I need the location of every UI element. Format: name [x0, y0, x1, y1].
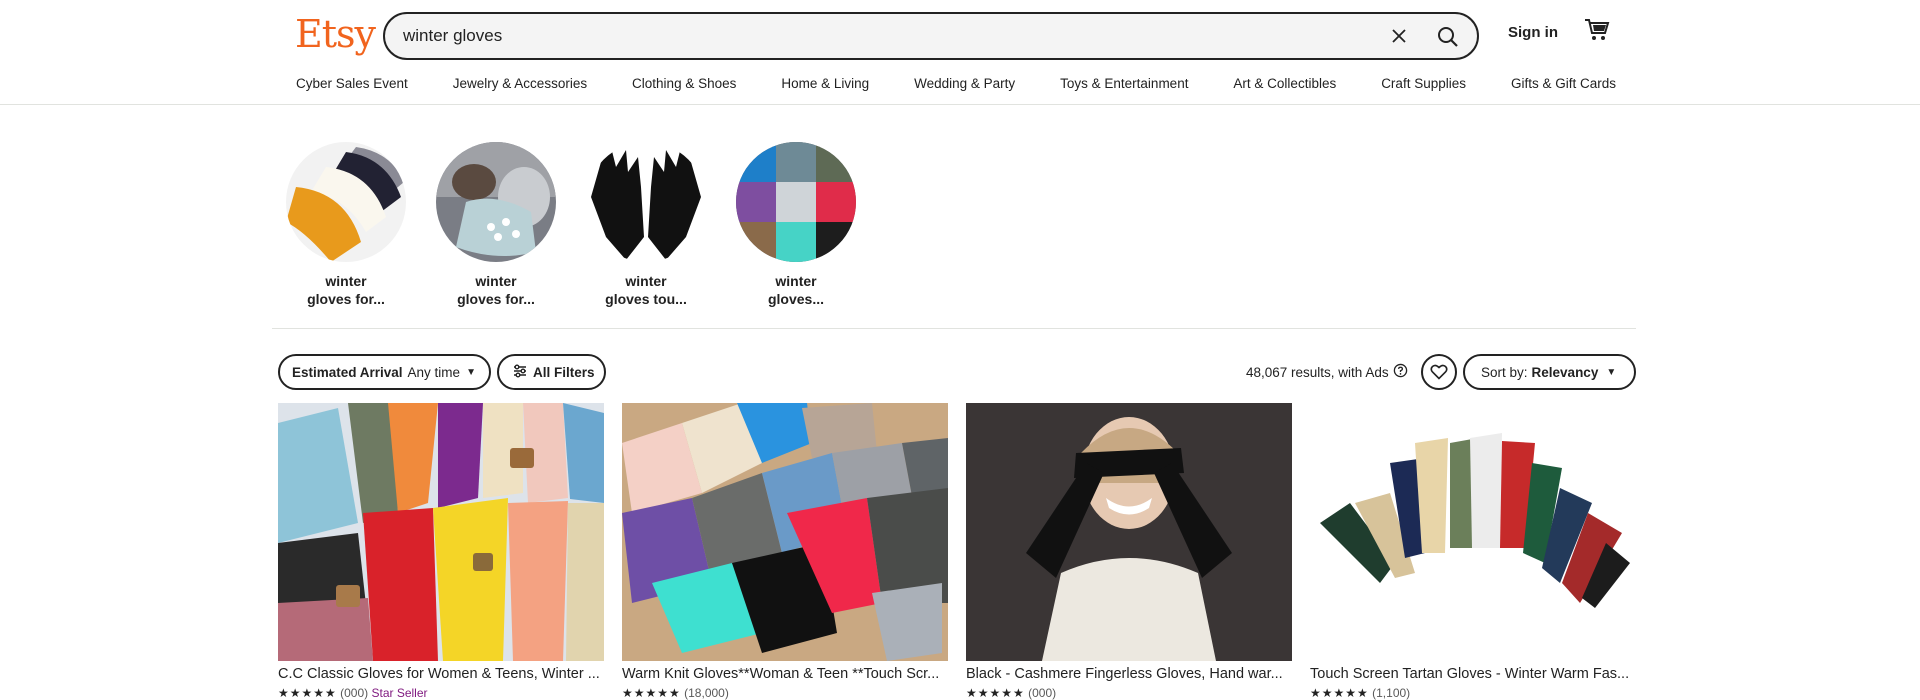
help-icon[interactable]: [1393, 363, 1408, 381]
rating-stars: ★★★★★: [1310, 686, 1369, 700]
product-card[interactable]: Black - Cashmere Fingerless Gloves, Hand…: [966, 403, 1292, 700]
category-image: [286, 142, 406, 262]
related-search-label: winter gloves for...: [457, 273, 535, 307]
clear-icon[interactable]: [1385, 22, 1413, 50]
product-card[interactable]: Warm Knit Gloves**Woman & Teen **Touch S…: [622, 403, 948, 700]
product-title[interactable]: Black - Cashmere Fingerless Gloves, Hand…: [966, 666, 1292, 682]
product-card[interactable]: C.C Classic Gloves for Women & Teens, Wi…: [278, 403, 604, 700]
all-filters-label: All Filters: [533, 364, 595, 380]
rating-stars: ★★★★★: [278, 686, 337, 700]
sign-in-link[interactable]: Sign in: [1508, 24, 1558, 41]
cart-icon[interactable]: [1584, 18, 1614, 48]
search-input[interactable]: [403, 14, 1363, 58]
product-rating: ★★★★★ (1,100): [1310, 686, 1636, 700]
product-rating: ★★★★★ (000): [966, 686, 1292, 700]
nav-item[interactable]: Clothing & Shoes: [632, 76, 736, 98]
category-image: [436, 142, 556, 262]
site-header: Etsy Sign in Cyber Sales Event Jewelry &…: [0, 0, 1920, 105]
product-title[interactable]: C.C Classic Gloves for Women & Teens, Wi…: [278, 666, 604, 682]
product-rating: ★★★★★ (18,000): [622, 686, 948, 700]
estimated-arrival-filter[interactable]: Estimated Arrival Any time ▼: [278, 354, 491, 390]
nav-item[interactable]: Toys & Entertainment: [1060, 76, 1188, 98]
results-text: 48,067 results, with Ads: [1246, 364, 1389, 380]
all-filters-button[interactable]: All Filters: [497, 354, 606, 390]
star-seller-badge: Star Seller: [371, 686, 428, 700]
product-title[interactable]: Warm Knit Gloves**Woman & Teen **Touch S…: [622, 666, 948, 682]
category-image: [736, 142, 856, 262]
review-count: (18,000): [684, 686, 729, 700]
nav-item[interactable]: Wedding & Party: [914, 76, 1015, 98]
related-search-item[interactable]: winter gloves tou...: [586, 142, 706, 308]
related-search-label: winter gloves...: [767, 273, 825, 307]
filter-sliders-icon: [513, 364, 527, 381]
related-search-item[interactable]: winter gloves for...: [436, 142, 556, 308]
related-search-item[interactable]: winter gloves...: [736, 142, 856, 308]
product-card[interactable]: Touch Screen Tartan Gloves - Winter Warm…: [1310, 403, 1636, 700]
rating-stars: ★★★★★: [622, 686, 681, 700]
related-search-label: winter gloves tou...: [605, 273, 687, 307]
related-search-label: winter gloves for...: [307, 273, 385, 307]
sort-value: Relevancy: [1531, 364, 1599, 380]
nav-item[interactable]: Gifts & Gift Cards: [1511, 76, 1616, 98]
product-grid: C.C Classic Gloves for Women & Teens, Wi…: [278, 403, 1636, 700]
category-image: [586, 142, 706, 262]
nav-item[interactable]: Cyber Sales Event: [296, 76, 408, 98]
related-search-item[interactable]: winter gloves for...: [286, 142, 406, 308]
results-count: 48,067 results, with Ads: [1246, 363, 1408, 381]
nav-item[interactable]: Jewelry & Accessories: [453, 76, 587, 98]
caret-down-icon: ▼: [466, 366, 476, 378]
review-count: (000): [1028, 686, 1057, 700]
divider: [272, 328, 1636, 329]
sort-dropdown[interactable]: Sort by: Relevancy ▼: [1463, 354, 1636, 390]
search-icon[interactable]: [1431, 20, 1465, 54]
save-search-heart-icon[interactable]: [1421, 354, 1457, 390]
review-count: (1,100): [1372, 686, 1411, 700]
review-count: (000): [340, 686, 369, 700]
product-image: [278, 403, 604, 661]
caret-down-icon: ▼: [1606, 366, 1617, 378]
related-searches: winter gloves for... winter gloves for...: [286, 142, 856, 308]
product-image: [1310, 403, 1636, 661]
product-rating: ★★★★★ (000) Star Seller: [278, 686, 604, 700]
estimated-arrival-value: Any time: [407, 364, 461, 380]
nav-item[interactable]: Home & Living: [781, 76, 869, 98]
search-bar[interactable]: [383, 12, 1479, 60]
nav-item[interactable]: Art & Collectibles: [1233, 76, 1336, 98]
product-image: [622, 403, 948, 661]
estimated-arrival-label: Estimated Arrival: [292, 364, 403, 380]
category-nav: Cyber Sales Event Jewelry & Accessories …: [296, 76, 1616, 98]
rating-stars: ★★★★★: [966, 686, 1025, 700]
nav-item[interactable]: Craft Supplies: [1381, 76, 1466, 98]
etsy-logo[interactable]: Etsy: [295, 12, 376, 56]
product-title[interactable]: Touch Screen Tartan Gloves - Winter Warm…: [1310, 666, 1636, 682]
sort-prefix: Sort by:: [1481, 364, 1528, 380]
product-image: [966, 403, 1292, 661]
